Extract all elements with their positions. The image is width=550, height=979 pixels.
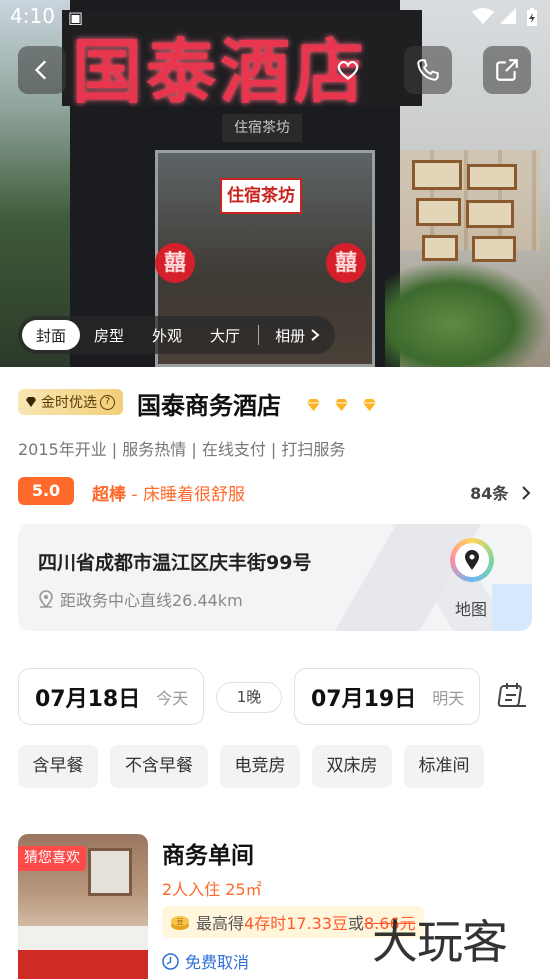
filter-standard[interactable]: 标准间 xyxy=(404,745,484,788)
room-window xyxy=(88,848,132,896)
diamond-icon xyxy=(335,399,348,411)
review-count: 84条 xyxy=(470,484,509,503)
tab-album[interactable]: 相册 xyxy=(263,320,331,350)
chevron-right-icon xyxy=(311,329,320,341)
tab-exterior[interactable]: 外观 xyxy=(138,320,196,350)
map-water xyxy=(492,584,532,631)
hotel-address: 四川省成都市温江区庆丰街99号 xyxy=(38,552,312,574)
share-button[interactable] xyxy=(483,46,531,94)
hotel-cover-photo[interactable]: 国泰酒店 住宿茶坊 住宿茶坊 囍 囍 xyxy=(0,0,550,367)
tab-divider xyxy=(258,325,260,345)
rating-score[interactable]: 5.0 xyxy=(18,477,74,505)
checkin-day-label: 今天 xyxy=(156,688,189,708)
watermark: 大玩客 xyxy=(372,915,508,969)
battery-icon xyxy=(526,8,538,30)
room-bed xyxy=(18,926,148,979)
diamond-icon xyxy=(307,399,320,411)
review-count-link[interactable]: 84条 xyxy=(470,480,532,504)
rating-word: 超棒 xyxy=(92,485,126,505)
badge-label: 金时优选 xyxy=(41,395,97,411)
tab-lobby[interactable]: 大厅 xyxy=(196,320,254,350)
map-pin-icon xyxy=(465,550,479,570)
question-icon: ? xyxy=(100,394,115,410)
earn-or: 或 xyxy=(348,914,365,933)
coin-icon: 豆 xyxy=(171,916,189,930)
double-happiness-right: 囍 xyxy=(326,243,366,283)
tab-album-label: 相册 xyxy=(275,326,306,345)
chevron-right-icon xyxy=(522,486,531,500)
calendar-edit-icon[interactable] xyxy=(497,680,529,712)
certificate-frames xyxy=(412,160,522,270)
filter-no-breakfast[interactable]: 不含早餐 xyxy=(110,745,208,788)
diamond-icon xyxy=(26,397,36,407)
diamond-icon xyxy=(363,399,376,411)
photo-category-tabs: 封面 房型 外观 大厅 相册 xyxy=(18,316,336,354)
share-icon xyxy=(496,59,518,81)
rating-summary[interactable]: 超棒 - 床睡着很舒服 xyxy=(92,480,245,505)
back-button[interactable] xyxy=(18,46,66,94)
double-happiness-left: 囍 xyxy=(155,243,195,283)
checkin-date: 07月18日 xyxy=(35,686,141,712)
door-sign: 住宿茶坊 xyxy=(220,178,302,214)
gold-select-badge[interactable]: 金时优选 ? xyxy=(18,389,123,415)
upper-sign: 住宿茶坊 xyxy=(222,114,302,142)
filter-breakfast[interactable]: 含早餐 xyxy=(18,745,98,788)
room-title[interactable]: 商务单间 xyxy=(162,836,254,870)
free-cancel-info: 免费取消 xyxy=(162,949,249,973)
map-button[interactable] xyxy=(450,538,494,582)
nights-count: 1晚 xyxy=(216,682,282,713)
hotel-name: 国泰商务酒店 xyxy=(137,392,281,420)
clock-icon xyxy=(162,952,179,970)
notification-icon: ▣ xyxy=(68,8,84,27)
status-bar: 4:10 ▣ xyxy=(0,0,550,30)
earn-prefix: 最高得 xyxy=(196,914,245,933)
earn-highlight: 4存时17.33豆 xyxy=(244,914,349,933)
favorite-button[interactable] xyxy=(324,46,372,94)
checkin-date-picker[interactable]: 07月18日 今天 xyxy=(18,668,204,725)
filter-twin-bed[interactable]: 双床房 xyxy=(312,745,392,788)
room-capacity: 2人入住 25㎡ xyxy=(162,880,262,899)
checkout-date-picker[interactable]: 07月19日 明天 xyxy=(294,668,480,725)
free-cancel-text: 免费取消 xyxy=(185,953,250,972)
room-photo[interactable]: 猜您喜欢 xyxy=(18,834,148,979)
svg-text:豆: 豆 xyxy=(177,918,184,926)
phone-icon xyxy=(417,59,439,81)
heart-icon xyxy=(337,61,359,81)
potted-plants xyxy=(385,260,550,367)
call-button[interactable] xyxy=(404,46,452,94)
checkout-date: 07月19日 xyxy=(311,686,417,712)
diamond-rating xyxy=(305,398,378,412)
recommend-tag: 猜您喜欢 xyxy=(18,846,86,871)
checkout-day-label: 明天 xyxy=(432,688,465,708)
map-label[interactable]: 地图 xyxy=(455,596,487,620)
chevron-left-icon xyxy=(34,60,47,80)
hotel-tags: 2015年开业 | 服务热情 | 在线支付 | 打扫服务 xyxy=(18,440,346,459)
signal-icon xyxy=(500,8,516,28)
distance-info: 距政务中心直线26.44km xyxy=(38,587,243,611)
filter-esports[interactable]: 电竞房 xyxy=(220,745,300,788)
rating-comment: - 床睡着很舒服 xyxy=(126,485,245,505)
wifi-icon xyxy=(472,8,494,28)
tab-room-type[interactable]: 房型 xyxy=(80,320,138,350)
location-pin-icon xyxy=(39,590,53,608)
distance-text: 距政务中心直线26.44km xyxy=(60,591,243,610)
address-card[interactable]: 四川省成都市温江区庆丰街99号 距政务中心直线26.44km 地图 xyxy=(18,524,532,631)
tab-cover[interactable]: 封面 xyxy=(22,320,81,350)
status-time: 4:10 xyxy=(10,4,55,28)
